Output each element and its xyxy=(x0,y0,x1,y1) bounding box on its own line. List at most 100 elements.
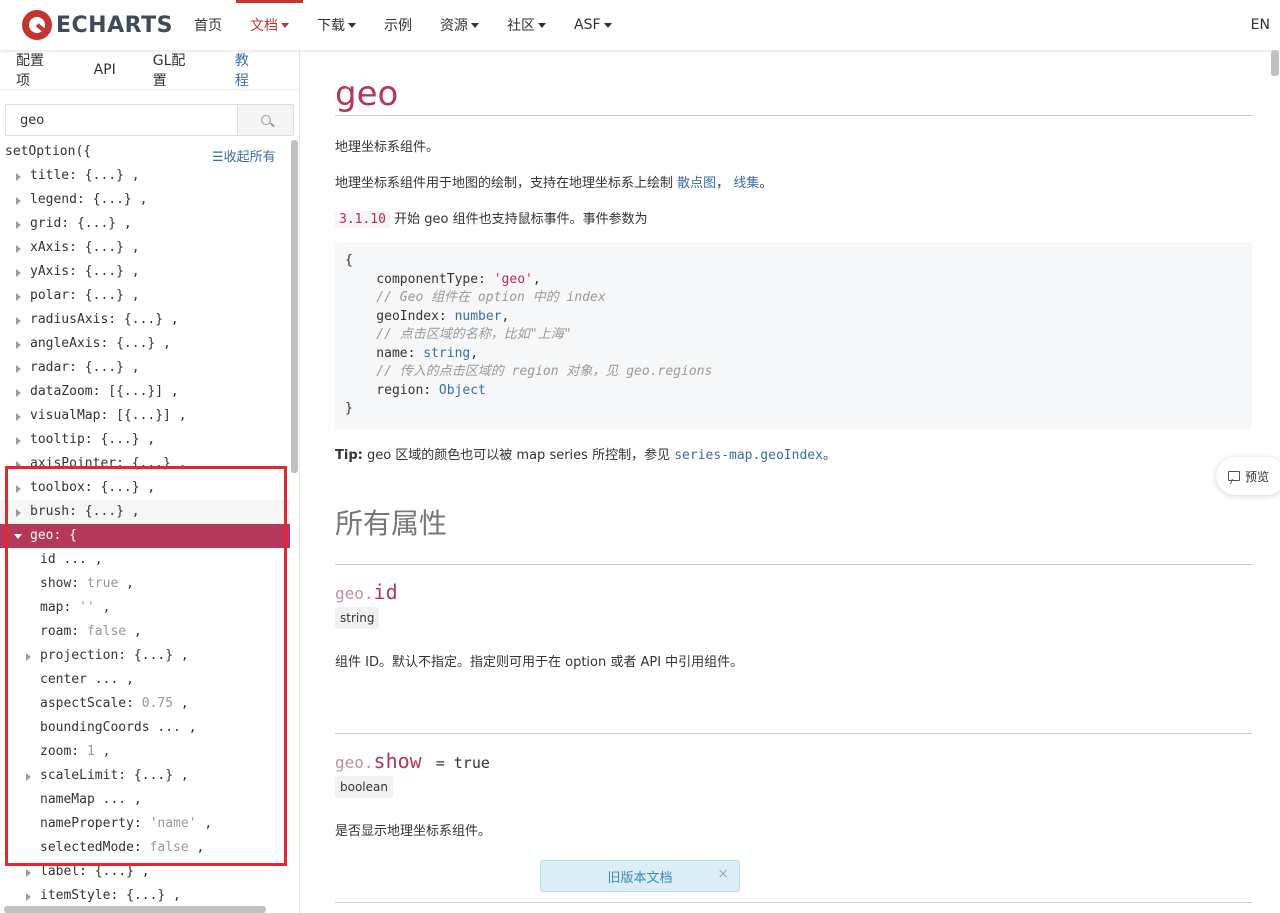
sidebar-tab-1[interactable]: API xyxy=(94,62,116,78)
expand-arrow-icon[interactable] xyxy=(16,341,21,349)
tree-child-item[interactable]: itemStyle: {...} , xyxy=(0,884,290,908)
nav-item-0[interactable]: 首页 xyxy=(180,0,236,50)
caret-down-icon xyxy=(471,22,479,28)
language-switch[interactable]: EN xyxy=(1251,0,1270,50)
tree-item[interactable]: angleAxis: {...} , xyxy=(0,332,290,356)
tree-item[interactable]: polar: {...} , xyxy=(0,284,290,308)
tree-child-item[interactable]: boundingCoords ... , xyxy=(0,716,290,740)
tree-item[interactable]: dataZoom: [{...}] , xyxy=(0,380,290,404)
nav-item-label: 首页 xyxy=(194,18,222,34)
expand-arrow-icon[interactable] xyxy=(16,293,21,301)
tree-item-geo-selected[interactable]: geo: { xyxy=(0,524,290,548)
caret-down-icon xyxy=(281,22,289,28)
expand-arrow-icon[interactable] xyxy=(16,461,21,469)
expand-arrow-icon[interactable] xyxy=(16,245,21,253)
prop-geo-id-header[interactable]: geo.id xyxy=(335,580,398,604)
collapse-arrow-icon[interactable] xyxy=(14,534,22,539)
series-map-geoindex-link[interactable]: series-map.geoIndex xyxy=(674,448,823,463)
type-tag-boolean: boolean xyxy=(335,776,393,798)
tree-child-label: nameProperty: 'name' , xyxy=(40,812,212,836)
nav-item-4[interactable]: 资源 xyxy=(426,0,493,50)
tree-item[interactable]: brush: {...} , xyxy=(0,500,290,524)
tree-item[interactable]: title: {...} , xyxy=(0,164,290,188)
expand-arrow-icon[interactable] xyxy=(16,485,21,493)
tree-item[interactable]: visualMap: [{...}] , xyxy=(0,404,290,428)
tree-child-item[interactable]: projection: {...} , xyxy=(0,644,290,668)
tree-child-key: center xyxy=(40,672,87,687)
close-icon[interactable]: × xyxy=(717,866,729,882)
search-button[interactable] xyxy=(237,105,293,135)
tree-child-item[interactable]: id ... , xyxy=(0,548,290,572)
all-properties-title: 所有属性 xyxy=(335,507,448,540)
expand-arrow-icon[interactable] xyxy=(16,197,21,205)
tree-child-item[interactable]: nameMap ... , xyxy=(0,788,290,812)
tree-item[interactable]: xAxis: {...} , xyxy=(0,236,290,260)
expand-arrow-icon[interactable] xyxy=(16,389,21,397)
main-scrollbar[interactable] xyxy=(1271,50,1279,76)
tree-child-item[interactable]: zoom: 1 , xyxy=(0,740,290,764)
preview-button[interactable]: 预览 xyxy=(1216,457,1280,495)
nav-item-6[interactable]: ASF xyxy=(560,0,626,50)
search-input[interactable] xyxy=(6,105,237,135)
expand-arrow-icon[interactable] xyxy=(16,437,21,445)
tree-item[interactable]: radar: {...} , xyxy=(0,356,290,380)
tree-child-item[interactable]: aspectScale: 0.75 , xyxy=(0,692,290,716)
lines-link[interactable]: 线集 xyxy=(733,176,759,191)
tree-item[interactable]: toolbox: {...} , xyxy=(0,476,290,500)
tree-child-label: aspectScale: 0.75 , xyxy=(40,692,189,716)
sidebar-scrollbar[interactable] xyxy=(291,140,298,473)
tree-item[interactable]: yAxis: {...} , xyxy=(0,260,290,284)
tree-item[interactable]: radiusAxis: {...} , xyxy=(0,308,290,332)
set-option-label: setOption({ xyxy=(5,144,92,159)
expand-arrow-icon[interactable] xyxy=(16,413,21,421)
tree-child-item[interactable]: map: '' , xyxy=(0,596,290,620)
tree-item[interactable]: legend: {...} , xyxy=(0,188,290,212)
nav-item-2[interactable]: 下载 xyxy=(303,0,370,50)
echarts-logo[interactable]: ECHARTS xyxy=(22,9,173,41)
sidebar-tab-2[interactable]: GL配置 xyxy=(153,50,198,90)
prop-geo-id-desc: 组件 ID。默认不指定。指定则可用于在 option 或者 API 中引用组件。 xyxy=(335,655,744,670)
tree-child-default: '' xyxy=(79,600,95,615)
sidebar-tab-0[interactable]: 配置项 xyxy=(16,50,57,90)
tree-child-item[interactable]: roam: false , xyxy=(0,620,290,644)
expand-arrow-icon[interactable] xyxy=(26,869,31,877)
expand-arrow-icon[interactable] xyxy=(16,509,21,517)
tree-child-rest: ... , xyxy=(55,552,103,567)
tree-child-rest: {...} , xyxy=(126,888,181,903)
sidebar-horizontal-scrollbar[interactable] xyxy=(4,906,266,913)
old-version-banner[interactable]: 旧版本文档 × xyxy=(540,860,740,892)
tree-child-item[interactable]: nameProperty: 'name' , xyxy=(0,812,290,836)
expand-arrow-icon[interactable] xyxy=(16,317,21,325)
description-2-text: 地理坐标系组件用于地图的绘制，支持在地理坐标系上绘制 xyxy=(335,176,674,191)
expand-arrow-icon[interactable] xyxy=(26,773,31,781)
nav-item-label: 下载 xyxy=(317,18,345,34)
nav-item-3[interactable]: 示例 xyxy=(370,0,426,50)
old-version-label: 旧版本文档 xyxy=(607,870,673,886)
nav-item-label: 示例 xyxy=(384,18,412,34)
sidebar-tab-3[interactable]: 教程 xyxy=(235,50,262,90)
tree-item[interactable]: grid: {...} , xyxy=(0,212,290,236)
collapse-all-button[interactable]: ☰收起所有 xyxy=(212,146,276,165)
tree-child-default: 0.75 xyxy=(141,696,174,711)
page-title: geo xyxy=(335,74,399,114)
tree-child-item[interactable]: show: true , xyxy=(0,572,290,596)
tree-child-item[interactable]: label: {...} , xyxy=(0,860,290,884)
expand-arrow-icon[interactable] xyxy=(16,221,21,229)
tree-item[interactable]: axisPointer: {...} , xyxy=(0,452,290,476)
nav-item-1[interactable]: 文档 xyxy=(236,0,303,50)
nav-item-5[interactable]: 社区 xyxy=(493,0,560,50)
expand-arrow-icon[interactable] xyxy=(16,173,21,181)
prop-geo-show-header[interactable]: geo.show = true xyxy=(335,749,490,773)
expand-arrow-icon[interactable] xyxy=(16,269,21,277)
tree-child-item[interactable]: selectedMode: false , xyxy=(0,836,290,860)
tree-item[interactable]: tooltip: {...} , xyxy=(0,428,290,452)
expand-arrow-icon[interactable] xyxy=(26,893,31,901)
tree-child-key: nameMap xyxy=(40,792,95,807)
tree-item-label: visualMap: [{...}] , xyxy=(30,408,187,423)
expand-arrow-icon[interactable] xyxy=(26,653,31,661)
scatter-link[interactable]: 散点图 xyxy=(677,176,716,191)
description-3-text: 开始 geo 组件也支持鼠标事件。事件参数为 xyxy=(394,212,648,227)
tree-child-item[interactable]: center ... , xyxy=(0,668,290,692)
expand-arrow-icon[interactable] xyxy=(16,365,21,373)
tree-child-item[interactable]: scaleLimit: {...} , xyxy=(0,764,290,788)
